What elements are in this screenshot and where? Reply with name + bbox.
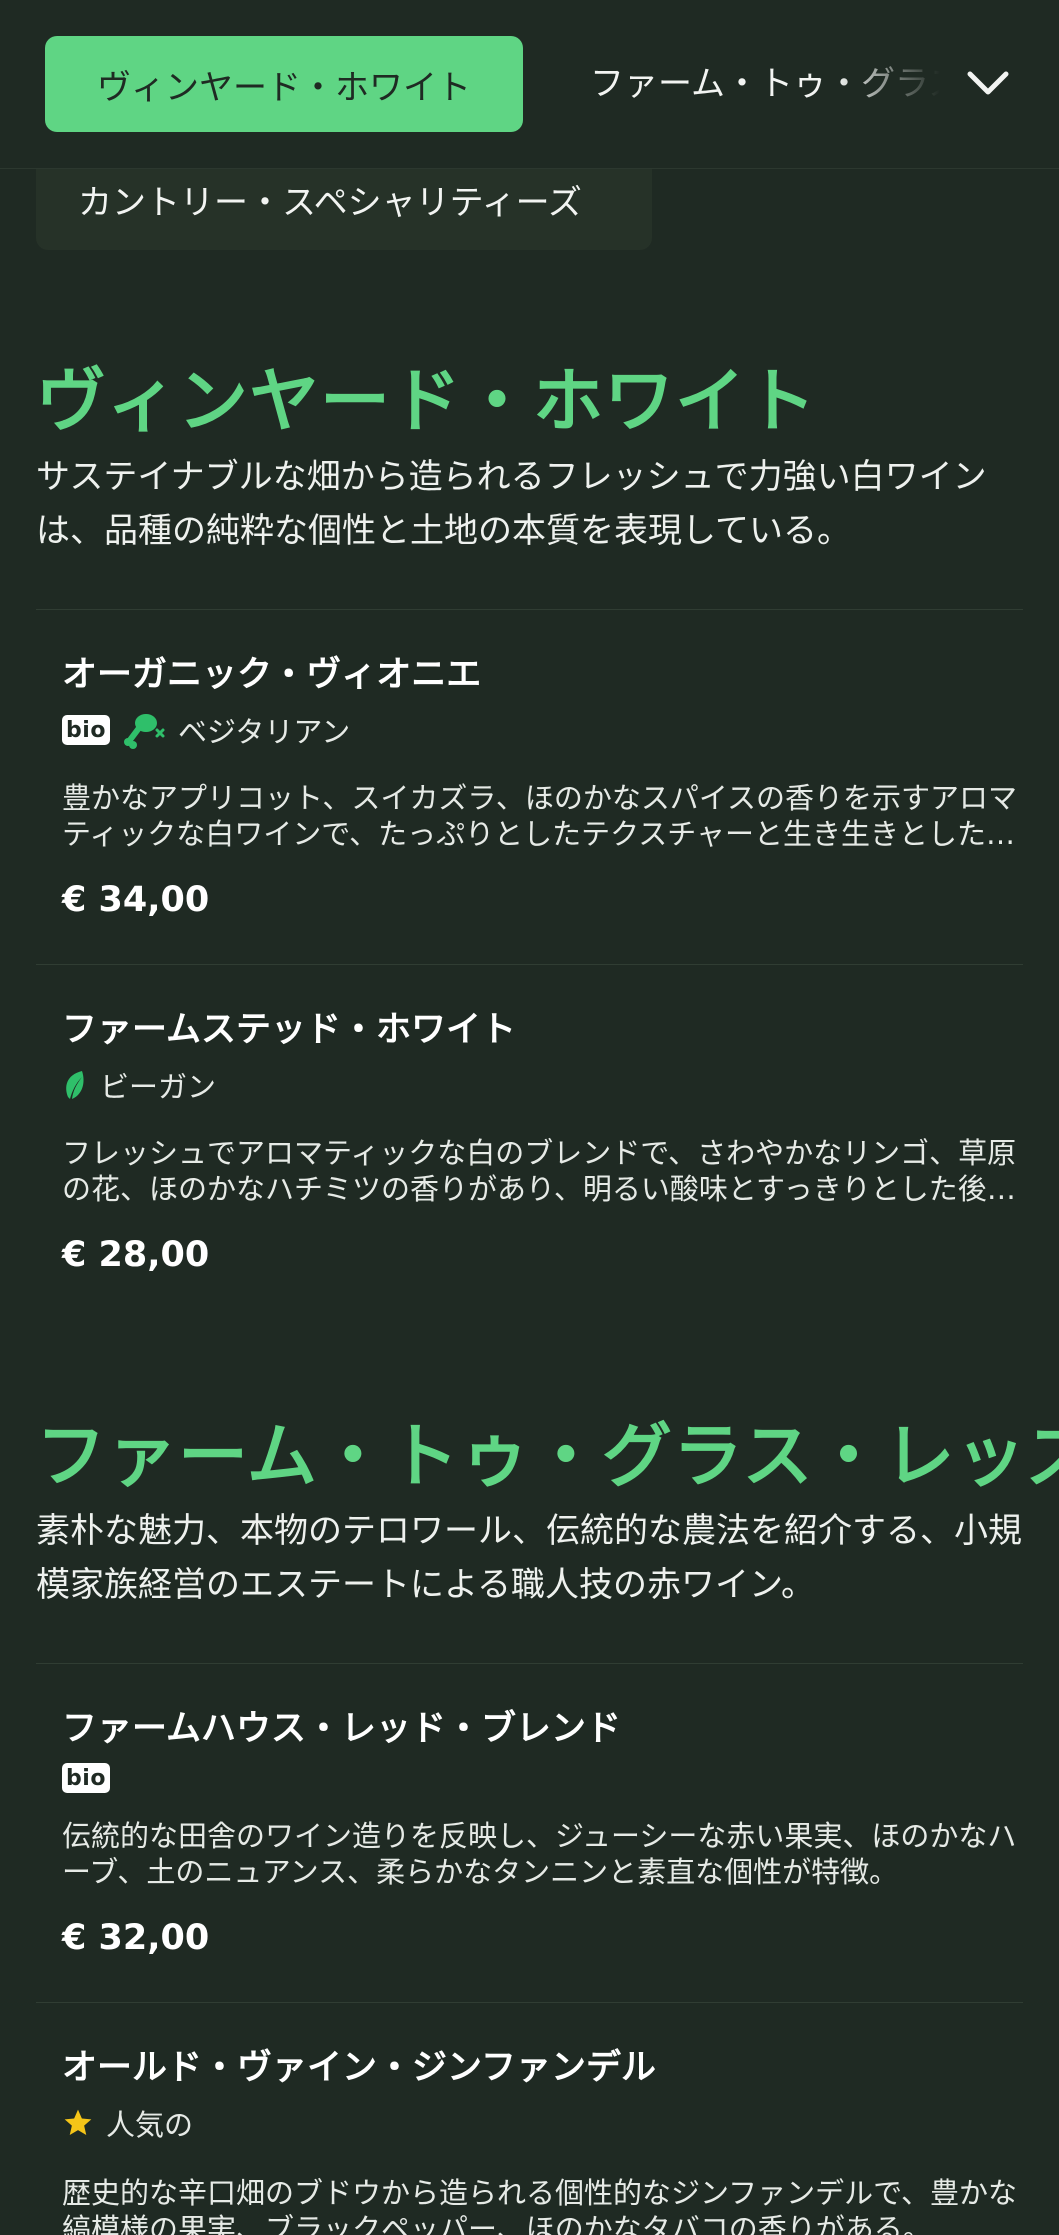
leaf-icon bbox=[66, 1071, 84, 1099]
section-title: ヴィンヤード・ホワイト bbox=[36, 360, 817, 442]
popular-label: 人気の bbox=[106, 2108, 194, 2142]
item-tags: 人気の bbox=[62, 2103, 193, 2143]
item-price: € 32,00 bbox=[62, 1918, 210, 1958]
item-description: 豊かなアプリコット、スイカズラ、ほのかなスパイスの香りを示すアロマティックな白ワ… bbox=[62, 781, 1017, 851]
item-description: フレッシュでアロマティックな白のブレンドで、さわやかなリンゴ、草原の花、ほのかな… bbox=[62, 1136, 1017, 1206]
item-name: ファームステッド・ホワイト bbox=[62, 1010, 516, 1050]
diet-label: ベジタリアン bbox=[178, 715, 351, 749]
item-name: オーガニック・ヴィオニエ bbox=[62, 655, 482, 695]
menu-item[interactable]: オールド・ヴァイン・ジンファンデル 人気の 歴史的な辛口畑のブドウから造られる個… bbox=[36, 2003, 1023, 2235]
item-description: 伝統的な田舎のワイン造りを反映し、ジューシーな赤い果実、ほのかなハーブ、土のニュ… bbox=[62, 1819, 1017, 1889]
category-dropdown-button[interactable] bbox=[950, 50, 1026, 118]
item-name: ファームハウス・レッド・ブレンド bbox=[62, 1709, 621, 1749]
bio-badge: bio bbox=[62, 1763, 110, 1793]
vegetarian-icon bbox=[124, 714, 165, 749]
menu-item[interactable]: オーガニック・ヴィオニエ bio ベジタリアン 豊かなアプリコット、スイカズラ、… bbox=[36, 610, 1023, 965]
section-title: ファーム・トゥ・グラス・レッズ bbox=[36, 1415, 1059, 1497]
item-tags: bio bbox=[62, 1758, 110, 1798]
menu-page: ヴィンヤード・ホワイト ファーム・トゥ・グラス・レッズ カントリー・スペシャリテ… bbox=[0, 0, 1059, 2235]
item-tags: ビーガン bbox=[62, 1065, 216, 1105]
bio-badge: bio bbox=[62, 715, 110, 745]
star-icon bbox=[64, 2109, 92, 2135]
category-tab-next-label: ファーム・トゥ・グラス・レッズ bbox=[590, 64, 940, 104]
section-description: 素朴な魅力、本物のテロワール、伝統的な農法を紹介する、小規模家族経営のエステート… bbox=[36, 1511, 1022, 1605]
item-price: € 28,00 bbox=[62, 1235, 210, 1275]
menu-item[interactable]: ファームハウス・レッド・ブレンド bio 伝統的な田舎のワイン造りを反映し、ジュ… bbox=[36, 1664, 1023, 2002]
item-name: オールド・ヴァイン・ジンファンデル bbox=[62, 2048, 656, 2088]
category-nav: ヴィンヤード・ホワイト ファーム・トゥ・グラス・レッズ bbox=[0, 0, 1059, 169]
category-pill-label: カントリー・スペシャリティーズ bbox=[78, 183, 582, 223]
item-tags: bio ベジタリアン bbox=[62, 710, 350, 750]
item-price: € 34,00 bbox=[62, 880, 210, 920]
item-description: 歴史的な辛口畑のブドウから造られる個性的なジンファンデルで、豊かな縞模様の果実、… bbox=[62, 2176, 1017, 2235]
chevron-down-icon bbox=[967, 71, 1009, 95]
menu-item[interactable]: ファームステッド・ホワイト ビーガン フレッシュでアロマティックな白のブレンドで… bbox=[36, 965, 1023, 1295]
category-tab-next[interactable]: ファーム・トゥ・グラス・レッズ bbox=[590, 50, 940, 118]
category-tab-active-label: ヴィンヤード・ホワイト bbox=[97, 67, 471, 108]
category-tab-active[interactable]: ヴィンヤード・ホワイト bbox=[45, 36, 523, 132]
diet-label: ビーガン bbox=[100, 1070, 217, 1104]
section-description: サステイナブルな畑から造られるフレッシュで力強い白ワインは、品種の純粋な個性と土… bbox=[36, 457, 987, 551]
